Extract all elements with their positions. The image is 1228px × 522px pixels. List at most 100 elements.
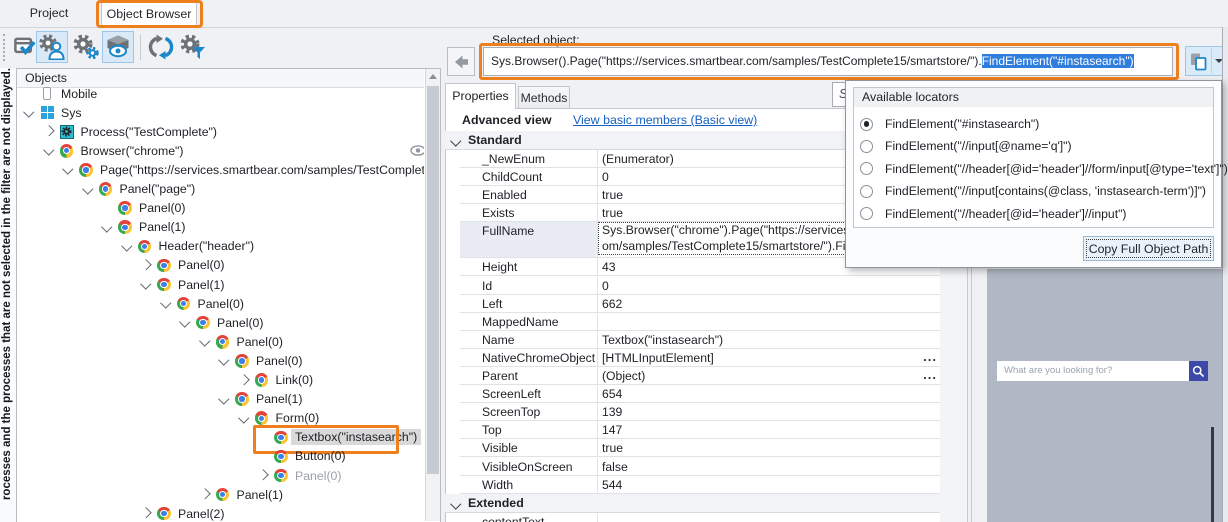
expand-toggle-icon[interactable] [140, 508, 151, 519]
tree-item[interactable]: Page("https://services.smartbear.com/sam… [17, 160, 424, 179]
property-row[interactable]: NativeChromeObject[HTMLInputElement]... [460, 349, 940, 367]
property-row[interactable]: ScreenLeft654 [460, 385, 940, 403]
tree-item[interactable]: Panel(2) [17, 504, 424, 522]
expand-value-button[interactable]: ... [923, 349, 937, 364]
tab-methods[interactable]: Methods [518, 86, 570, 109]
tab-project-workspace[interactable]: Project Workspace [0, 1, 98, 26]
copy-full-object-path-button[interactable]: Copy Full Object Path [1083, 236, 1214, 261]
property-row[interactable]: VisibleOnScreenfalse [460, 458, 940, 476]
collapse-toggle-icon[interactable] [23, 107, 34, 118]
tree-item[interactable]: Button(0) [17, 447, 424, 466]
property-value: 544 [598, 476, 940, 493]
property-row[interactable]: Width544 [460, 476, 940, 494]
locator-option[interactable]: FindElement("//input[contains(@class, 'i… [860, 180, 1206, 202]
tree-item[interactable]: Panel(1) [17, 218, 424, 237]
property-row[interactable]: Top147 [460, 421, 940, 439]
tree-item[interactable]: Panel(0) [17, 199, 424, 218]
tree-item[interactable]: Panel(0) [17, 256, 424, 275]
collapse-toggle-icon[interactable] [179, 317, 190, 328]
tree-item[interactable]: Panel(0) [17, 294, 424, 313]
back-button[interactable] [447, 47, 475, 76]
tree-item[interactable]: Mobile [17, 84, 424, 103]
property-section-header[interactable]: Extended [445, 494, 940, 513]
locator-option[interactable]: FindElement("//header[@id='header']//inp… [860, 203, 1126, 225]
locator-option[interactable]: FindElement("#instasearch") [860, 113, 1039, 135]
tree-item[interactable]: Browser("chrome") [17, 141, 424, 160]
collapse-toggle-icon[interactable] [121, 240, 132, 251]
scroll-up-icon[interactable] [429, 74, 437, 79]
property-value: true [598, 439, 940, 456]
property-row[interactable]: Id0 [460, 277, 940, 295]
expand-toggle-icon[interactable] [199, 489, 210, 500]
locator-option[interactable]: FindElement("//input[@name='q']") [860, 135, 1072, 157]
tree-item-label: Panel(1) [252, 391, 306, 407]
property-row[interactable]: ScreenTop139 [460, 403, 940, 421]
refresh-button[interactable] [145, 31, 177, 63]
radio-button-icon[interactable] [860, 140, 873, 153]
gear-person-button[interactable] [36, 31, 68, 63]
tree-item[interactable]: Header("header") [17, 237, 424, 256]
tree-item[interactable]: Sys [17, 103, 424, 122]
property-row[interactable]: Visibletrue [460, 439, 940, 457]
collapse-toggle-icon[interactable] [218, 355, 229, 366]
tree-item[interactable]: Panel(0) [17, 466, 424, 485]
collapse-toggle-icon[interactable] [140, 278, 151, 289]
toolbar-grip-handle[interactable] [3, 34, 5, 61]
collapse-toggle-icon[interactable] [450, 498, 461, 509]
expand-value-button[interactable]: ... [923, 367, 937, 382]
radio-button-icon[interactable] [860, 162, 873, 175]
property-name: Id [460, 277, 598, 294]
tab-object-browser[interactable]: Object Browser [101, 1, 197, 27]
collapse-toggle-icon[interactable] [199, 336, 210, 347]
store-search-input[interactable]: What are you looking for? [997, 361, 1189, 381]
radio-button-icon[interactable] [860, 118, 873, 131]
collapse-toggle-icon[interactable] [43, 145, 54, 156]
scrollbar-thumb[interactable] [427, 86, 439, 474]
expand-toggle-icon[interactable] [257, 469, 268, 480]
property-row[interactable]: contentText [460, 513, 940, 522]
tree-item[interactable]: Link(0) [17, 371, 424, 390]
expand-toggle-icon[interactable] [238, 374, 249, 385]
chrome-icon [177, 297, 191, 311]
collapse-toggle-icon[interactable] [218, 393, 229, 404]
expand-toggle-icon[interactable] [43, 126, 54, 137]
collapse-toggle-icon[interactable] [82, 183, 93, 194]
collapse-toggle-icon[interactable] [238, 412, 249, 423]
tree-item[interactable]: Panel(0) [17, 351, 424, 370]
expand-toggle-icon[interactable] [140, 259, 151, 270]
tree-item[interactable]: Process("TestComplete") [17, 122, 424, 141]
collapse-toggle-icon[interactable] [62, 164, 73, 175]
property-row[interactable]: Left662 [460, 295, 940, 313]
property-row[interactable]: MappedName [460, 313, 940, 331]
tree-item[interactable]: Panel(1) [17, 275, 424, 294]
property-name: Visible [460, 439, 598, 456]
collapse-toggle-icon[interactable] [160, 298, 171, 309]
tree-item[interactable]: Panel(0) [17, 332, 424, 351]
tree-item[interactable]: Panel(0) [17, 313, 424, 332]
property-value [598, 313, 940, 330]
object-spy-button[interactable] [102, 31, 134, 63]
visibility-eye-icon[interactable] [410, 145, 424, 156]
tree-item[interactable]: Panel(1) [17, 390, 424, 409]
tree-item[interactable]: Textbox("instasearch") [17, 428, 424, 447]
store-search-button[interactable] [1189, 361, 1208, 381]
radio-button-icon[interactable] [860, 185, 873, 198]
copy-path-button[interactable] [1185, 46, 1225, 76]
tree-item[interactable]: Panel("page") [17, 180, 424, 199]
locator-option-label: FindElement("//input[@name='q']") [885, 139, 1072, 153]
process-icon [60, 125, 74, 139]
locator-option[interactable]: FindElement("//header[@id='header']//for… [860, 158, 1228, 180]
selected-object-path-field[interactable]: Sys.Browser().Page("https://services.sma… [483, 47, 1173, 76]
collapse-toggle-icon[interactable] [101, 221, 112, 232]
tree-scrollbar[interactable] [425, 69, 440, 521]
gears-settings-button[interactable] [70, 31, 102, 63]
radio-button-icon[interactable] [860, 207, 873, 220]
tab-properties[interactable]: Properties [445, 83, 516, 109]
collapse-toggle-icon[interactable] [450, 135, 461, 146]
tree-item[interactable]: Panel(1) [17, 485, 424, 504]
filter-settings-button[interactable] [177, 31, 209, 63]
property-row[interactable]: Parent(Object)... [460, 367, 940, 385]
property-value: 139 [598, 403, 940, 420]
chrome-icon [157, 258, 171, 272]
property-row[interactable]: NameTextbox("instasearch") [460, 331, 940, 349]
